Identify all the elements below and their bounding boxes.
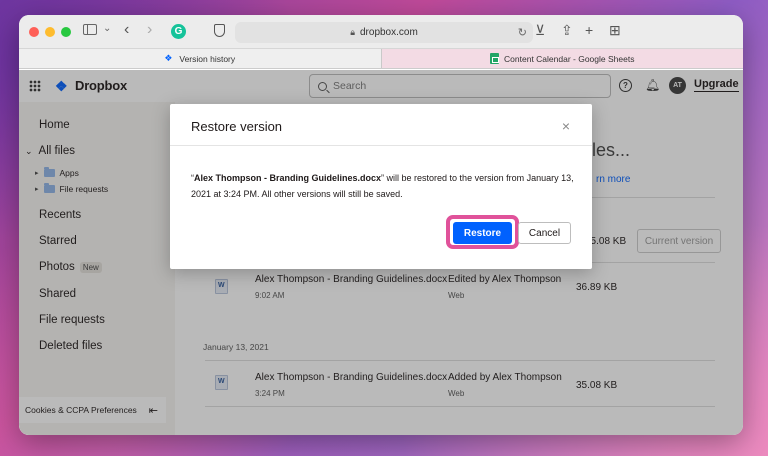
- address-url: dropbox.com: [359, 27, 418, 38]
- close-window-button[interactable]: [29, 26, 39, 37]
- browser-toolbar: ⌄ ‹ › G 🔒︎ dropbox.com ↻ ⊻ ⇪ + ⊞: [19, 15, 743, 49]
- tab-label: Content Calendar - Google Sheets: [504, 53, 635, 64]
- restore-button[interactable]: Restore: [453, 222, 512, 244]
- restore-version-dialog: Restore version × “Alex Thompson - Brand…: [170, 104, 592, 269]
- download-icon[interactable]: ⊻: [535, 22, 545, 39]
- privacy-shield-icon[interactable]: [214, 24, 225, 37]
- grammarly-extension-icon[interactable]: G: [171, 24, 186, 39]
- new-tab-icon[interactable]: +: [585, 22, 593, 38]
- share-icon[interactable]: ⇪: [561, 22, 573, 39]
- dialog-title: Restore version: [191, 119, 283, 134]
- tab-version-history[interactable]: ❖ Version history: [19, 49, 381, 68]
- tab-content-calendar[interactable]: Content Calendar - Google Sheets: [380, 49, 743, 68]
- dialog-filename: Alex Thompson - Branding Guidelines.docx: [194, 173, 382, 183]
- chevron-down-icon[interactable]: ⌄: [103, 23, 111, 34]
- zoom-window-button[interactable]: [61, 26, 71, 37]
- forward-icon[interactable]: ›: [147, 21, 152, 39]
- sidebar-toggle-icon[interactable]: [83, 24, 97, 35]
- address-bar[interactable]: 🔒︎ dropbox.com ↻: [235, 22, 533, 43]
- tab-label: Version history: [179, 53, 236, 64]
- tab-overview-icon[interactable]: ⊞: [609, 22, 621, 39]
- dialog-divider: [170, 145, 592, 146]
- lock-icon: 🔒︎: [350, 27, 355, 37]
- dialog-message: “Alex Thompson - Branding Guidelines.doc…: [191, 170, 575, 202]
- cancel-button[interactable]: Cancel: [518, 222, 571, 244]
- tab-bar: ❖ Version history Content Calendar - Goo…: [19, 49, 743, 69]
- window-controls: [29, 26, 71, 37]
- back-icon[interactable]: ‹: [124, 21, 129, 39]
- minimize-window-button[interactable]: [45, 26, 55, 37]
- google-sheets-icon: [490, 53, 500, 64]
- close-icon[interactable]: ×: [562, 118, 570, 134]
- dropbox-icon: ❖: [164, 53, 173, 63]
- reload-icon[interactable]: ↻: [518, 26, 527, 39]
